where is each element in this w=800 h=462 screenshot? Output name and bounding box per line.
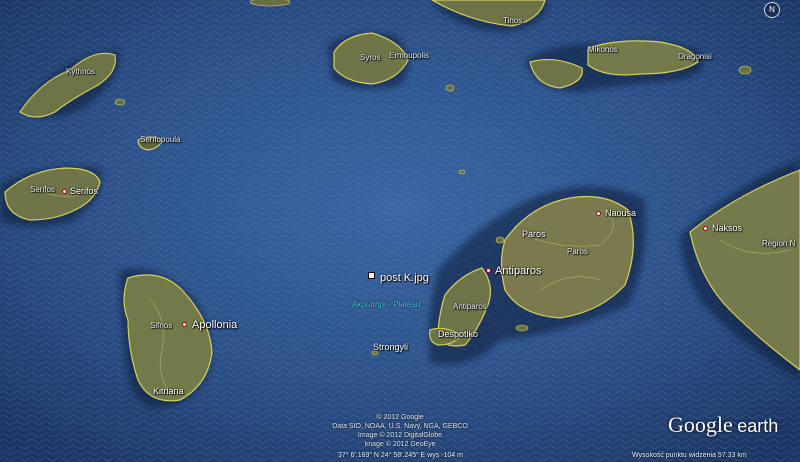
photo-placemark-icon[interactable] [368,272,375,279]
placemark-label[interactable]: post K.jpg [380,273,429,284]
label-sifnos: Sifnos [150,321,173,330]
label-despotiko: Despotiko [438,329,479,339]
satellite-map[interactable] [0,0,800,462]
logo-earth: earth [737,416,779,436]
label-syros: Syros [360,53,381,62]
undersea-feature-label: Ακρωτήρι · Plateau [352,300,421,309]
serifos-town-dot [62,189,67,194]
antiparos-dot [486,268,491,273]
label-tinos: Tinos [503,16,523,25]
label-paros-town: Paros [522,229,546,239]
label-kitriana: Kitriana [153,386,184,396]
label-antiparos-island: Antiparos [453,302,487,311]
label-serifopoula: Serifopoula [140,135,181,144]
naxos-dot [703,226,708,231]
map-view[interactable]: N Kythnos Serifopoula Serifos Serifos Si… [0,0,800,462]
label-strongyli: Strongyli [373,342,409,352]
label-serifos-town: Serifos [70,186,99,196]
logo-google: Google [668,412,733,437]
label-naxos-region: Region N [762,239,796,248]
naousa-dot [596,211,601,216]
apollonia-dot [182,322,187,327]
label-naxos: Naksos [712,223,743,233]
label-paros-region: Paros [567,247,588,256]
label-dragonisi: Dragonisi [678,52,712,61]
coordinates-readout: 37° 6'.169" N 24° 58'.245" E wys -104 m [338,452,463,459]
label-apollonia: Apollonia [192,319,238,331]
compass-icon[interactable]: N [764,2,780,18]
eye-altitude-readout: Wysokość punktu widzenia 57.33 km [632,452,747,459]
label-ermoupolis: Ermoupolis [389,51,430,60]
label-mykonos: Mikonos [588,45,618,54]
label-kythnos: Kythnos [66,67,95,76]
label-serifos-island: Serifos [30,185,55,194]
status-bar: 37° 6'.169" N 24° 58'.245" E wys -104 m … [0,444,800,462]
google-earth-logo: Google earth [668,412,778,438]
label-antiparos: Antiparos [495,265,542,277]
label-naousa: Naousa [605,208,637,218]
